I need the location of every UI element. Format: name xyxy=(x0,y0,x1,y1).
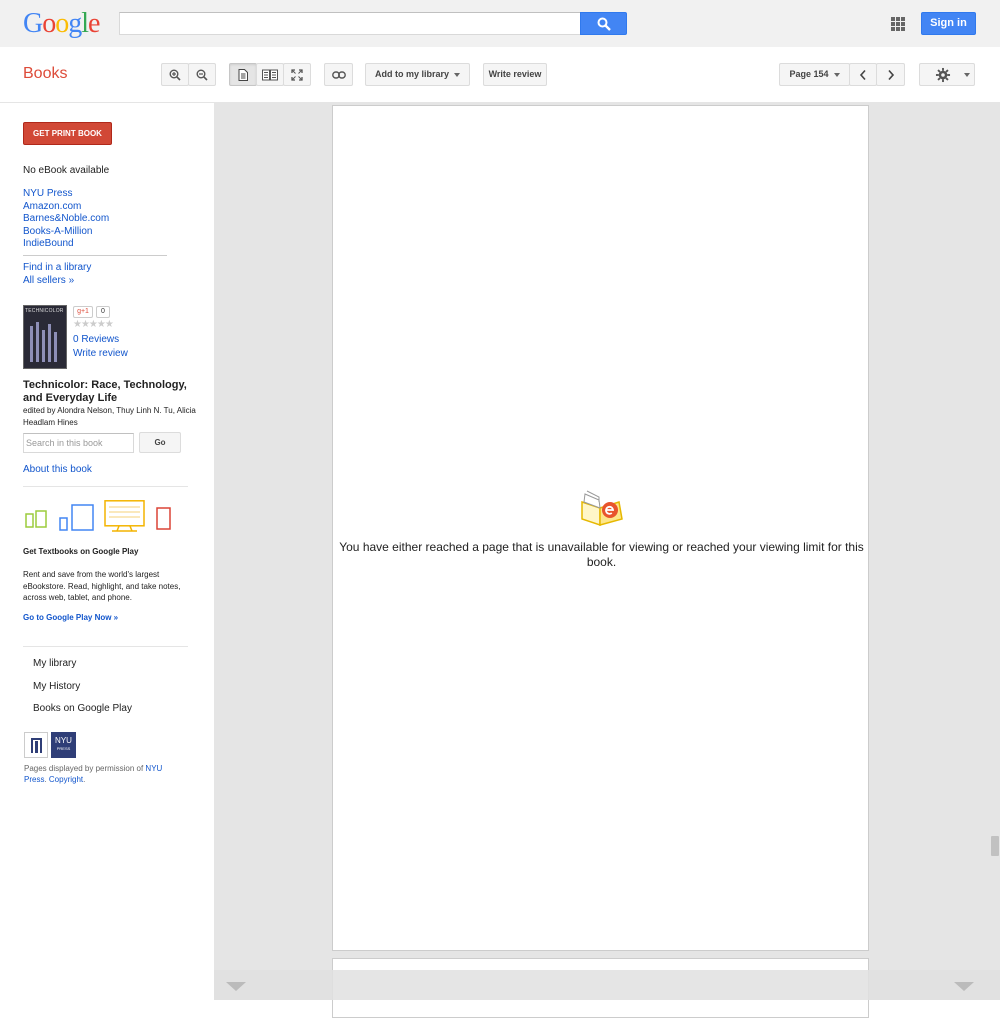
settings-button[interactable] xyxy=(919,63,975,86)
promo-title: Get Textbooks on Google Play xyxy=(23,547,139,556)
seller-link[interactable]: IndieBound xyxy=(23,238,74,251)
single-page-view-button[interactable] xyxy=(229,63,257,86)
zoom-in-icon xyxy=(169,69,181,81)
promo-text: Rent and save from the world's largest e… xyxy=(23,570,181,603)
chevron-left-icon xyxy=(859,69,866,80)
about-this-book-link[interactable]: About this book xyxy=(23,464,92,477)
permission-text: Pages displayed by permission of xyxy=(24,764,144,773)
write-review-button[interactable]: Write review xyxy=(483,63,547,86)
reviews-link[interactable]: 0 Reviews xyxy=(73,334,119,347)
books-section-title[interactable]: Books xyxy=(23,65,67,83)
logo-letter: l xyxy=(81,8,89,39)
nyu-press-logo: NYU PRESS xyxy=(51,732,76,758)
google-play-link[interactable]: Go to Google Play Now » xyxy=(23,613,118,622)
two-page-icon xyxy=(262,69,278,80)
divider xyxy=(23,255,167,256)
seller-link[interactable]: NYU Press xyxy=(23,188,72,201)
devices-illustration-icon xyxy=(25,500,171,532)
search-in-book-input[interactable]: Search in this book xyxy=(23,433,134,453)
logo-subtext: PRESS xyxy=(56,746,71,751)
google-logo[interactable]: Google xyxy=(23,8,100,39)
logo-letter: e xyxy=(88,8,100,39)
plus-one-count: 0 xyxy=(96,306,110,318)
zoom-out-button[interactable] xyxy=(188,63,216,86)
chevron-down-icon[interactable] xyxy=(226,982,246,991)
seller-link[interactable]: Amazon.com xyxy=(23,201,81,214)
chevron-down-icon xyxy=(454,72,460,77)
book-title: Technicolor: Race, Technology, and Every… xyxy=(23,379,187,404)
no-ebook-text: No eBook available xyxy=(23,165,110,176)
fullscreen-button[interactable] xyxy=(283,63,311,86)
google-plus-one-button[interactable]: g+1 xyxy=(73,306,93,318)
seller-link[interactable]: Barnes&Noble.com xyxy=(23,213,109,226)
divider xyxy=(23,646,188,647)
search-button[interactable] xyxy=(580,12,627,35)
logo-letter: o xyxy=(42,8,56,39)
divider xyxy=(23,486,188,487)
chevron-right-icon xyxy=(887,69,894,80)
link-button[interactable] xyxy=(324,63,353,86)
logo-letter: g xyxy=(68,8,82,39)
search-icon xyxy=(597,17,611,31)
write-review-link[interactable]: Write review xyxy=(73,348,128,361)
book-cover-thumbnail[interactable]: TECHNICOLOR xyxy=(23,305,67,369)
cover-artwork xyxy=(28,320,62,364)
open-book-icon xyxy=(581,490,623,527)
get-print-book-button[interactable]: GET PRINT BOOK xyxy=(23,122,112,145)
two-page-view-button[interactable] xyxy=(256,63,284,86)
gear-icon xyxy=(935,67,951,82)
sign-in-button[interactable]: Sign in xyxy=(921,12,976,35)
page-number-label: Page 154 xyxy=(789,69,829,79)
rating-stars: ★★★★★ xyxy=(73,319,114,330)
seller-link[interactable]: Books-A-Million xyxy=(23,226,92,239)
logo-letter: o xyxy=(55,8,69,39)
books-toolbar: Books Add to my library Write review Pag… xyxy=(0,47,1000,103)
find-in-library-link[interactable]: Find in a library xyxy=(23,262,91,275)
next-page-button[interactable] xyxy=(876,63,905,86)
book-authors: edited by Alondra Nelson, Thuy Linh N. T… xyxy=(23,406,196,427)
chevron-down-icon[interactable] xyxy=(954,982,974,991)
permission-notice: Pages displayed by permission of NYU Pre… xyxy=(24,764,163,784)
publisher-logos[interactable]: NYU PRESS xyxy=(24,732,78,758)
link-icon xyxy=(331,70,346,79)
search-go-button[interactable]: Go xyxy=(139,432,181,453)
chevron-down-icon xyxy=(964,73,970,77)
logo-letter: G xyxy=(23,8,43,39)
chevron-down-icon xyxy=(833,72,840,77)
nav-my-history[interactable]: My History xyxy=(33,681,80,692)
logo-text: NYU xyxy=(55,736,72,745)
scrollbar-thumb[interactable] xyxy=(991,836,999,856)
zoom-in-button[interactable] xyxy=(161,63,189,86)
page-selector[interactable]: Page 154 xyxy=(779,63,850,86)
apps-grid-icon[interactable] xyxy=(891,17,905,31)
nav-books-on-google-play[interactable]: Books on Google Play xyxy=(33,703,132,714)
book-viewer[interactable]: You have either reached a page that is u… xyxy=(214,103,1000,1018)
previous-page-button[interactable] xyxy=(849,63,877,86)
search-input[interactable] xyxy=(119,12,581,35)
add-to-library-label: Add to my library xyxy=(374,69,449,79)
copyright-link[interactable]: Copyright xyxy=(49,775,83,784)
zoom-out-icon xyxy=(196,69,208,81)
all-sellers-link[interactable]: All sellers » xyxy=(23,275,74,288)
single-page-icon xyxy=(238,68,248,81)
top-bar: Google Sign in xyxy=(0,0,1000,47)
publisher-mark-icon xyxy=(24,732,48,758)
book-page: You have either reached a page that is u… xyxy=(332,105,869,951)
cover-title-text: TECHNICOLOR xyxy=(25,308,64,314)
add-to-library-button[interactable]: Add to my library xyxy=(365,63,470,86)
viewer-bottom-bar xyxy=(214,970,1000,1000)
fullscreen-icon xyxy=(291,68,303,81)
nav-my-library[interactable]: My library xyxy=(33,658,76,669)
unavailable-message: You have either reached a page that is u… xyxy=(339,540,864,569)
book-sidebar: GET PRINT BOOK No eBook available NYU Pr… xyxy=(0,103,214,1000)
